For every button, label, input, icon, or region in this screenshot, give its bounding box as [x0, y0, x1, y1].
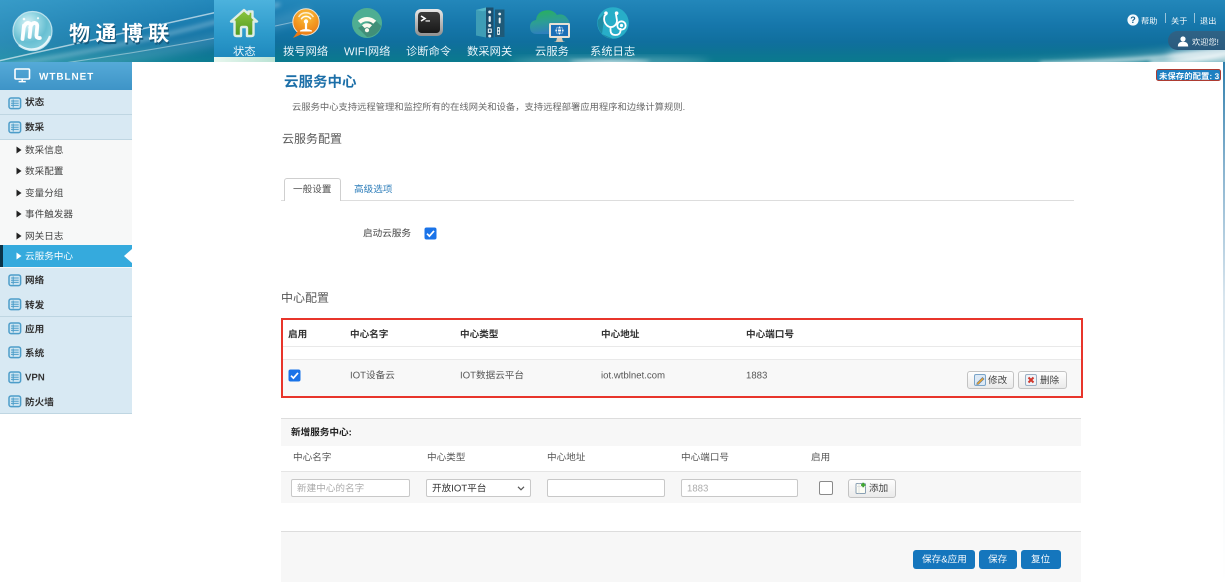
svg-text:?: ?	[1130, 15, 1136, 25]
